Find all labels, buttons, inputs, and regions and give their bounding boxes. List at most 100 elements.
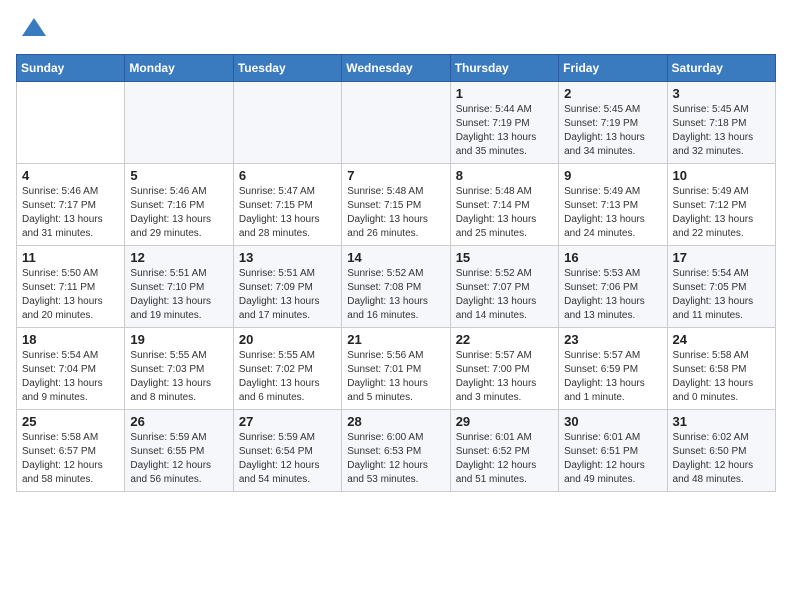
calendar-cell: 3Sunrise: 5:45 AM Sunset: 7:18 PM Daylig… [667,82,775,164]
calendar-cell: 11Sunrise: 5:50 AM Sunset: 7:11 PM Dayli… [17,246,125,328]
weekday-header-saturday: Saturday [667,55,775,82]
day-info: Sunrise: 5:52 AM Sunset: 7:07 PM Dayligh… [456,267,553,323]
day-info: Sunrise: 5:59 AM Sunset: 6:55 PM Dayligh… [130,431,227,487]
day-info: Sunrise: 5:55 AM Sunset: 7:03 PM Dayligh… [130,349,227,405]
day-number: 3 [673,86,770,101]
day-number: 6 [239,168,336,183]
day-number: 2 [564,86,661,101]
calendar-cell: 7Sunrise: 5:48 AM Sunset: 7:15 PM Daylig… [342,164,450,246]
calendar-week-1: 1 Sunrise: 5:44 AM Sunset: 7:19 PM Daylig… [17,82,776,164]
weekday-header-tuesday: Tuesday [233,55,341,82]
day-number: 31 [673,414,770,429]
calendar-week-5: 25 Sunrise: 5:58 AM Sunset: 6:57 PM Dayli… [17,410,776,492]
weekday-header-row: SundayMondayTuesdayWednesdayThursdayFrid… [17,55,776,82]
calendar-cell: 12Sunrise: 5:51 AM Sunset: 7:10 PM Dayli… [125,246,233,328]
day-info: Sunrise: 5:49 AM Sunset: 7:12 PM Dayligh… [673,185,770,241]
calendar-cell [125,82,233,164]
day-number: 19 [130,332,227,347]
calendar-cell: 2 Sunrise: 5:45 AM Sunset: 7:19 PM Daylig… [559,82,667,164]
day-number: 12 [130,250,227,265]
day-number: 8 [456,168,553,183]
calendar-cell [233,82,341,164]
day-info: Sunrise: 6:00 AM Sunset: 6:53 PM Dayligh… [347,431,444,487]
day-info: Sunrise: 5:47 AM Sunset: 7:15 PM Dayligh… [239,185,336,241]
logo-icon [20,16,48,44]
day-number: 30 [564,414,661,429]
day-info: Sunrise: 5:45 AM Sunset: 7:19 PM Dayligh… [564,103,661,159]
day-number: 11 [22,250,119,265]
day-number: 9 [564,168,661,183]
logo [16,16,48,44]
day-number: 23 [564,332,661,347]
calendar-cell: 22 Sunrise: 5:57 AM Sunset: 7:00 PM Dayli… [450,328,558,410]
day-number: 18 [22,332,119,347]
day-number: 28 [347,414,444,429]
calendar-cell: 17Sunrise: 5:54 AM Sunset: 7:05 PM Dayli… [667,246,775,328]
day-info: Sunrise: 5:49 AM Sunset: 7:13 PM Dayligh… [564,185,661,241]
weekday-header-wednesday: Wednesday [342,55,450,82]
day-number: 4 [22,168,119,183]
calendar-cell: 4 Sunrise: 5:46 AM Sunset: 7:17 PM Daylig… [17,164,125,246]
calendar-table: SundayMondayTuesdayWednesdayThursdayFrid… [16,54,776,492]
day-number: 25 [22,414,119,429]
day-number: 15 [456,250,553,265]
day-number: 10 [673,168,770,183]
day-info: Sunrise: 5:44 AM Sunset: 7:19 PM Dayligh… [456,103,553,159]
day-info: Sunrise: 5:53 AM Sunset: 7:06 PM Dayligh… [564,267,661,323]
day-number: 24 [673,332,770,347]
day-info: Sunrise: 5:57 AM Sunset: 7:00 PM Dayligh… [456,349,553,405]
calendar-week-4: 18 Sunrise: 5:54 AM Sunset: 7:04 PM Dayli… [17,328,776,410]
day-info: Sunrise: 6:01 AM Sunset: 6:52 PM Dayligh… [456,431,553,487]
calendar-cell: 15 Sunrise: 5:52 AM Sunset: 7:07 PM Dayli… [450,246,558,328]
day-info: Sunrise: 5:56 AM Sunset: 7:01 PM Dayligh… [347,349,444,405]
day-number: 7 [347,168,444,183]
calendar-cell [342,82,450,164]
day-info: Sunrise: 5:55 AM Sunset: 7:02 PM Dayligh… [239,349,336,405]
day-number: 1 [456,86,553,101]
weekday-header-sunday: Sunday [17,55,125,82]
calendar-cell: 8 Sunrise: 5:48 AM Sunset: 7:14 PM Daylig… [450,164,558,246]
calendar-cell: 1 Sunrise: 5:44 AM Sunset: 7:19 PM Daylig… [450,82,558,164]
calendar-cell: 26 Sunrise: 5:59 AM Sunset: 6:55 PM Dayli… [125,410,233,492]
calendar-week-3: 11Sunrise: 5:50 AM Sunset: 7:11 PM Dayli… [17,246,776,328]
calendar-week-2: 4 Sunrise: 5:46 AM Sunset: 7:17 PM Daylig… [17,164,776,246]
day-number: 20 [239,332,336,347]
calendar-cell: 14 Sunrise: 5:52 AM Sunset: 7:08 PM Dayli… [342,246,450,328]
calendar-cell: 29 Sunrise: 6:01 AM Sunset: 6:52 PM Dayli… [450,410,558,492]
day-info: Sunrise: 5:52 AM Sunset: 7:08 PM Dayligh… [347,267,444,323]
page-header [16,16,776,44]
day-info: Sunrise: 5:48 AM Sunset: 7:14 PM Dayligh… [456,185,553,241]
day-info: Sunrise: 5:58 AM Sunset: 6:58 PM Dayligh… [673,349,770,405]
calendar-cell: 30Sunrise: 6:01 AM Sunset: 6:51 PM Dayli… [559,410,667,492]
day-info: Sunrise: 5:58 AM Sunset: 6:57 PM Dayligh… [22,431,119,487]
calendar-cell: 21 Sunrise: 5:56 AM Sunset: 7:01 PM Dayli… [342,328,450,410]
day-info: Sunrise: 5:57 AM Sunset: 6:59 PM Dayligh… [564,349,661,405]
day-number: 22 [456,332,553,347]
day-info: Sunrise: 5:46 AM Sunset: 7:17 PM Dayligh… [22,185,119,241]
calendar-cell: 27 Sunrise: 5:59 AM Sunset: 6:54 PM Dayli… [233,410,341,492]
calendar-cell: 24 Sunrise: 5:58 AM Sunset: 6:58 PM Dayli… [667,328,775,410]
weekday-header-thursday: Thursday [450,55,558,82]
day-number: 29 [456,414,553,429]
calendar-cell: 25 Sunrise: 5:58 AM Sunset: 6:57 PM Dayli… [17,410,125,492]
day-info: Sunrise: 5:59 AM Sunset: 6:54 PM Dayligh… [239,431,336,487]
day-number: 27 [239,414,336,429]
calendar-cell: 5Sunrise: 5:46 AM Sunset: 7:16 PM Daylig… [125,164,233,246]
calendar-cell: 9 Sunrise: 5:49 AM Sunset: 7:13 PM Daylig… [559,164,667,246]
day-info: Sunrise: 6:02 AM Sunset: 6:50 PM Dayligh… [673,431,770,487]
calendar-cell: 23 Sunrise: 5:57 AM Sunset: 6:59 PM Dayli… [559,328,667,410]
day-number: 21 [347,332,444,347]
day-info: Sunrise: 5:54 AM Sunset: 7:04 PM Dayligh… [22,349,119,405]
weekday-header-friday: Friday [559,55,667,82]
calendar-cell: 13Sunrise: 5:51 AM Sunset: 7:09 PM Dayli… [233,246,341,328]
calendar-cell: 10 Sunrise: 5:49 AM Sunset: 7:12 PM Dayli… [667,164,775,246]
day-number: 26 [130,414,227,429]
calendar-cell: 31 Sunrise: 6:02 AM Sunset: 6:50 PM Dayli… [667,410,775,492]
day-number: 14 [347,250,444,265]
day-number: 5 [130,168,227,183]
calendar-cell: 28 Sunrise: 6:00 AM Sunset: 6:53 PM Dayli… [342,410,450,492]
calendar-cell: 20 Sunrise: 5:55 AM Sunset: 7:02 PM Dayli… [233,328,341,410]
day-info: Sunrise: 5:54 AM Sunset: 7:05 PM Dayligh… [673,267,770,323]
weekday-header-monday: Monday [125,55,233,82]
day-number: 16 [564,250,661,265]
